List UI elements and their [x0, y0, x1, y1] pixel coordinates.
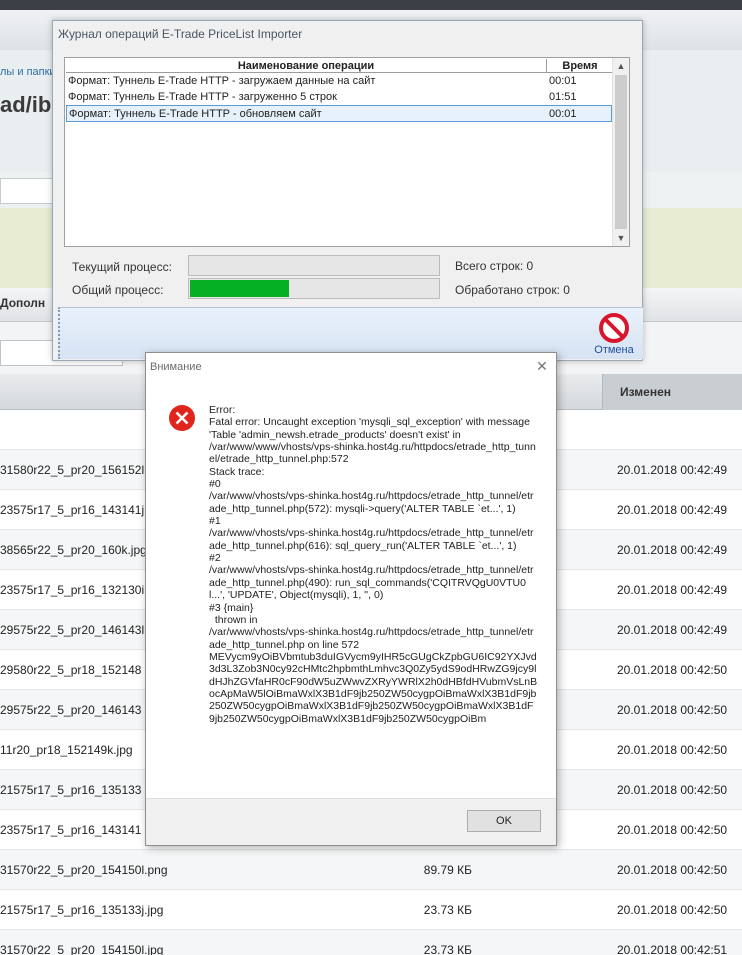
file-name-cell[interactable]: 38565r22_5_pr20_160k.jpg [0, 543, 147, 557]
bg-text-input[interactable] [0, 178, 55, 204]
modified-date-cell: 20.01.2018 00:42:49 [617, 543, 728, 557]
page-title: ad/ibl [0, 92, 58, 117]
file-name-cell[interactable]: 11r20_pr18_152149k.jpg [0, 743, 133, 757]
file-name-cell[interactable]: 23575r17_5_pr16_132130i [0, 583, 144, 597]
modified-date-cell: 20.01.2018 00:42:50 [617, 663, 728, 677]
file-name-cell[interactable]: 23575r17_5_pr16_143141 [0, 823, 141, 837]
scroll-up-arrow-icon[interactable]: ▲ [613, 58, 629, 74]
modified-date-cell: 20.01.2018 00:42:50 [617, 703, 728, 717]
operation-time: 00:01 [549, 75, 577, 87]
alert-dialog: Внимание ✕ Error: Fatal error: Uncaught … [145, 352, 557, 846]
total-process-progressbar [188, 278, 440, 299]
operation-row-selected[interactable]: Формат: Туннель E-Trade HTTP - обновляем… [66, 105, 612, 122]
modified-date-cell: 20.01.2018 00:42:49 [617, 503, 728, 517]
operation-name: Формат: Туннель E-Trade HTTP - загруженн… [68, 91, 337, 103]
table-row[interactable]: 31570r22_5_pr20_154150l.jpg 23.73 КБ 20.01… [0, 930, 742, 955]
total-process-label: Общий процесс: [72, 283, 164, 297]
ok-button[interactable]: OK [467, 810, 541, 832]
top-strip [0, 0, 742, 10]
scroll-down-arrow-icon[interactable]: ▼ [613, 230, 629, 246]
file-size-cell: 23.73 КБ [423, 903, 472, 917]
file-name-cell[interactable]: 21575r17_5_pr16_135133j.jpg [0, 903, 163, 917]
operation-name: Формат: Туннель E-Trade HTTP - обновляем… [69, 108, 322, 120]
operation-time: 00:01 [549, 108, 577, 120]
total-process-fill [190, 280, 289, 297]
close-icon[interactable]: ✕ [534, 358, 550, 374]
stop-cancel-icon [599, 313, 629, 343]
operations-list-header: Наименование операции Время [66, 59, 612, 73]
file-size-cell: 89.79 КБ [423, 863, 472, 877]
table-row[interactable]: 21575r17_5_pr16_135133j.jpg 23.73 КБ 20.01… [0, 890, 742, 930]
modified-date-cell: 20.01.2018 00:42:49 [617, 463, 728, 477]
cancel-label: Отмена [594, 344, 634, 356]
modified-date-cell: 20.01.2018 00:42:50 [617, 863, 728, 877]
file-size-cell: 23.73 КБ [423, 943, 472, 955]
operations-list-scrollbar[interactable]: ▲ ▼ [612, 58, 629, 246]
modified-date-cell: 20.01.2018 00:42:50 [617, 903, 728, 917]
breadcrumb[interactable]: лы и папки [0, 66, 56, 78]
modified-date-cell: 20.01.2018 00:42:49 [617, 623, 728, 637]
processed-rows-label: Обработано строк: 0 [455, 283, 570, 297]
operations-list[interactable]: Наименование операции Время Формат: Тунн… [64, 57, 630, 247]
current-process-label: Текущий процесс: [72, 260, 172, 274]
tab-additional[interactable]: Дополн [0, 296, 45, 310]
alert-message: Error: Fatal error: Uncaught exception '… [209, 404, 538, 725]
file-name-cell[interactable]: 21575r17_5_pr16_135133 [0, 783, 141, 797]
modified-date-cell: 20.01.2018 00:42:50 [617, 783, 728, 797]
operation-time: 01:51 [549, 91, 577, 103]
modified-date-cell: 20.01.2018 00:42:50 [617, 743, 728, 757]
current-process-progressbar [188, 255, 440, 276]
total-rows-label: Всего строк: 0 [455, 259, 534, 273]
table-row[interactable]: 31570r22_5_pr20_154150l.png 89.79 КБ 20.01… [0, 850, 742, 890]
error-icon [169, 405, 195, 431]
operation-row[interactable]: Формат: Туннель E-Trade HTTP - загруженн… [66, 90, 612, 105]
column-header-time[interactable]: Время [548, 59, 612, 73]
operation-name: Формат: Туннель E-Trade HTTP - загружаем… [68, 75, 376, 87]
journal-window-title: Журнал операций E-Trade PriceList Import… [58, 27, 303, 41]
column-header-changed[interactable]: Изменен [602, 374, 742, 410]
cancel-button[interactable]: Отмена [590, 312, 638, 358]
operation-row[interactable]: Формат: Туннель E-Trade HTTP - загружаем… [66, 74, 612, 89]
file-name-cell[interactable]: 31570r22_5_pr20_154150l.png [0, 863, 168, 877]
alert-footer: OK [146, 798, 556, 845]
alert-title: Внимание [150, 361, 202, 373]
scrollbar-thumb[interactable] [615, 75, 627, 229]
file-name-cell[interactable]: 31570r22_5_pr20_154150l.jpg [0, 943, 163, 955]
modified-date-cell: 20.01.2018 00:42:51 [617, 943, 728, 955]
file-name-cell[interactable]: 23575r17_5_pr16_143141j [0, 503, 144, 517]
file-name-cell[interactable]: 29575r22_5_pr20_146143l [0, 623, 144, 637]
column-header-operation-name[interactable]: Наименование операции [66, 59, 547, 73]
modified-date-cell: 20.01.2018 00:42:50 [617, 823, 728, 837]
modified-date-cell: 20.01.2018 00:42:49 [617, 583, 728, 597]
operations-journal-window: Журнал операций E-Trade PriceList Import… [52, 20, 643, 361]
file-name-cell[interactable]: 29575r22_5_pr20_146143 [0, 703, 141, 717]
file-name-cell[interactable]: 31580r22_5_pr20_156152l [0, 463, 144, 477]
file-name-cell[interactable]: 29580r22_5_pr18_152148 [0, 663, 141, 677]
